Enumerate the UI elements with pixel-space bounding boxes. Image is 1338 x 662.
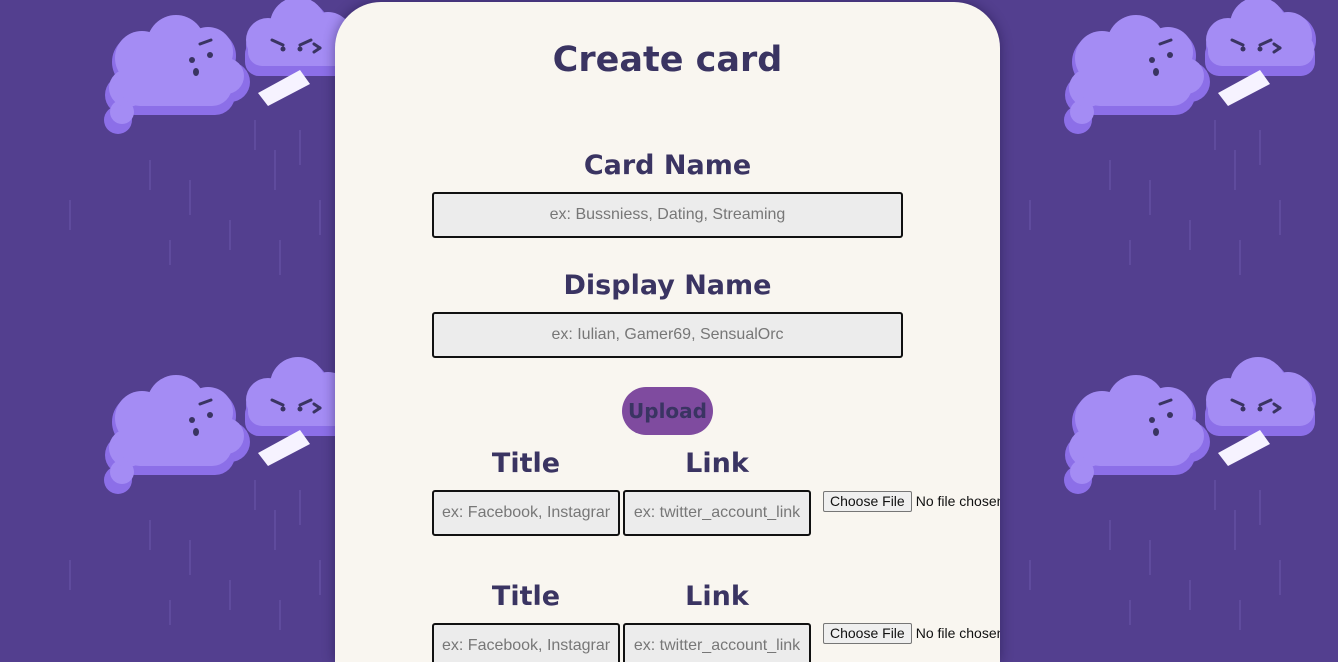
file-status-text: No file chosen	[915, 625, 1000, 641]
display-name-input[interactable]	[432, 312, 903, 358]
create-card-panel: Create card Card Name Display Name Uploa…	[335, 2, 1000, 662]
upload-button[interactable]: Upload	[622, 387, 713, 435]
file-picker: Choose File No file chosen	[823, 623, 1000, 645]
link-title-label: Title	[491, 448, 561, 479]
card-name-label: Card Name	[583, 150, 752, 181]
choose-file-button[interactable]: Choose File	[823, 623, 912, 644]
file-picker: Choose File No file chosen	[823, 491, 1000, 513]
link-url-label: Link	[685, 581, 749, 612]
link-title-label: Title	[491, 581, 561, 612]
link-url-input[interactable]	[623, 490, 811, 536]
link-title-input[interactable]	[432, 623, 620, 662]
link-url-label: Link	[685, 448, 749, 479]
file-status-text: No file chosen	[915, 493, 1000, 509]
card-name-input[interactable]	[432, 192, 903, 238]
link-url-input[interactable]	[623, 623, 811, 662]
display-name-label: Display Name	[563, 270, 772, 301]
choose-file-button[interactable]: Choose File	[823, 491, 912, 512]
page-title: Create card	[552, 40, 783, 80]
link-title-input[interactable]	[432, 490, 620, 536]
